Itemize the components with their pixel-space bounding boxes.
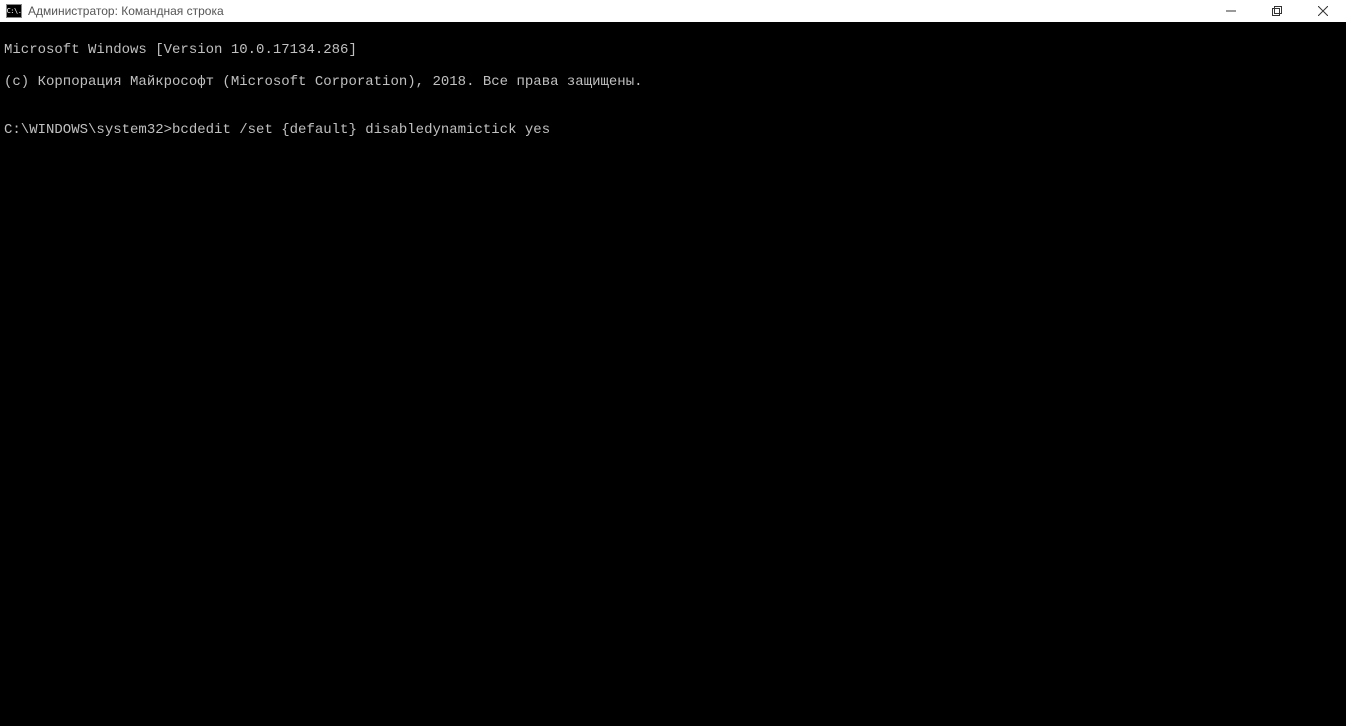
window-controls [1208, 0, 1346, 22]
close-button[interactable] [1300, 0, 1346, 22]
minimize-button[interactable] [1208, 0, 1254, 22]
terminal-prompt: C:\WINDOWS\system32> [4, 122, 172, 138]
terminal-line-copyright: (c) Корпорация Майкрософт (Microsoft Cor… [4, 74, 1342, 90]
terminal-command[interactable]: bcdedit /set {default} disabledynamictic… [172, 122, 550, 138]
window-title: Администратор: Командная строка [28, 4, 224, 18]
titlebar-left: C:\. Администратор: Командная строка [6, 4, 224, 18]
close-icon [1318, 6, 1328, 16]
maximize-icon [1272, 6, 1282, 16]
maximize-button[interactable] [1254, 0, 1300, 22]
cmd-icon: C:\. [6, 4, 22, 18]
titlebar[interactable]: C:\. Администратор: Командная строка [0, 0, 1346, 22]
terminal-area[interactable]: Microsoft Windows [Version 10.0.17134.28… [0, 22, 1346, 726]
terminal-prompt-line: C:\WINDOWS\system32>bcdedit /set {defaul… [4, 122, 1342, 138]
terminal-line-version: Microsoft Windows [Version 10.0.17134.28… [4, 42, 1342, 58]
minimize-icon [1226, 6, 1236, 16]
